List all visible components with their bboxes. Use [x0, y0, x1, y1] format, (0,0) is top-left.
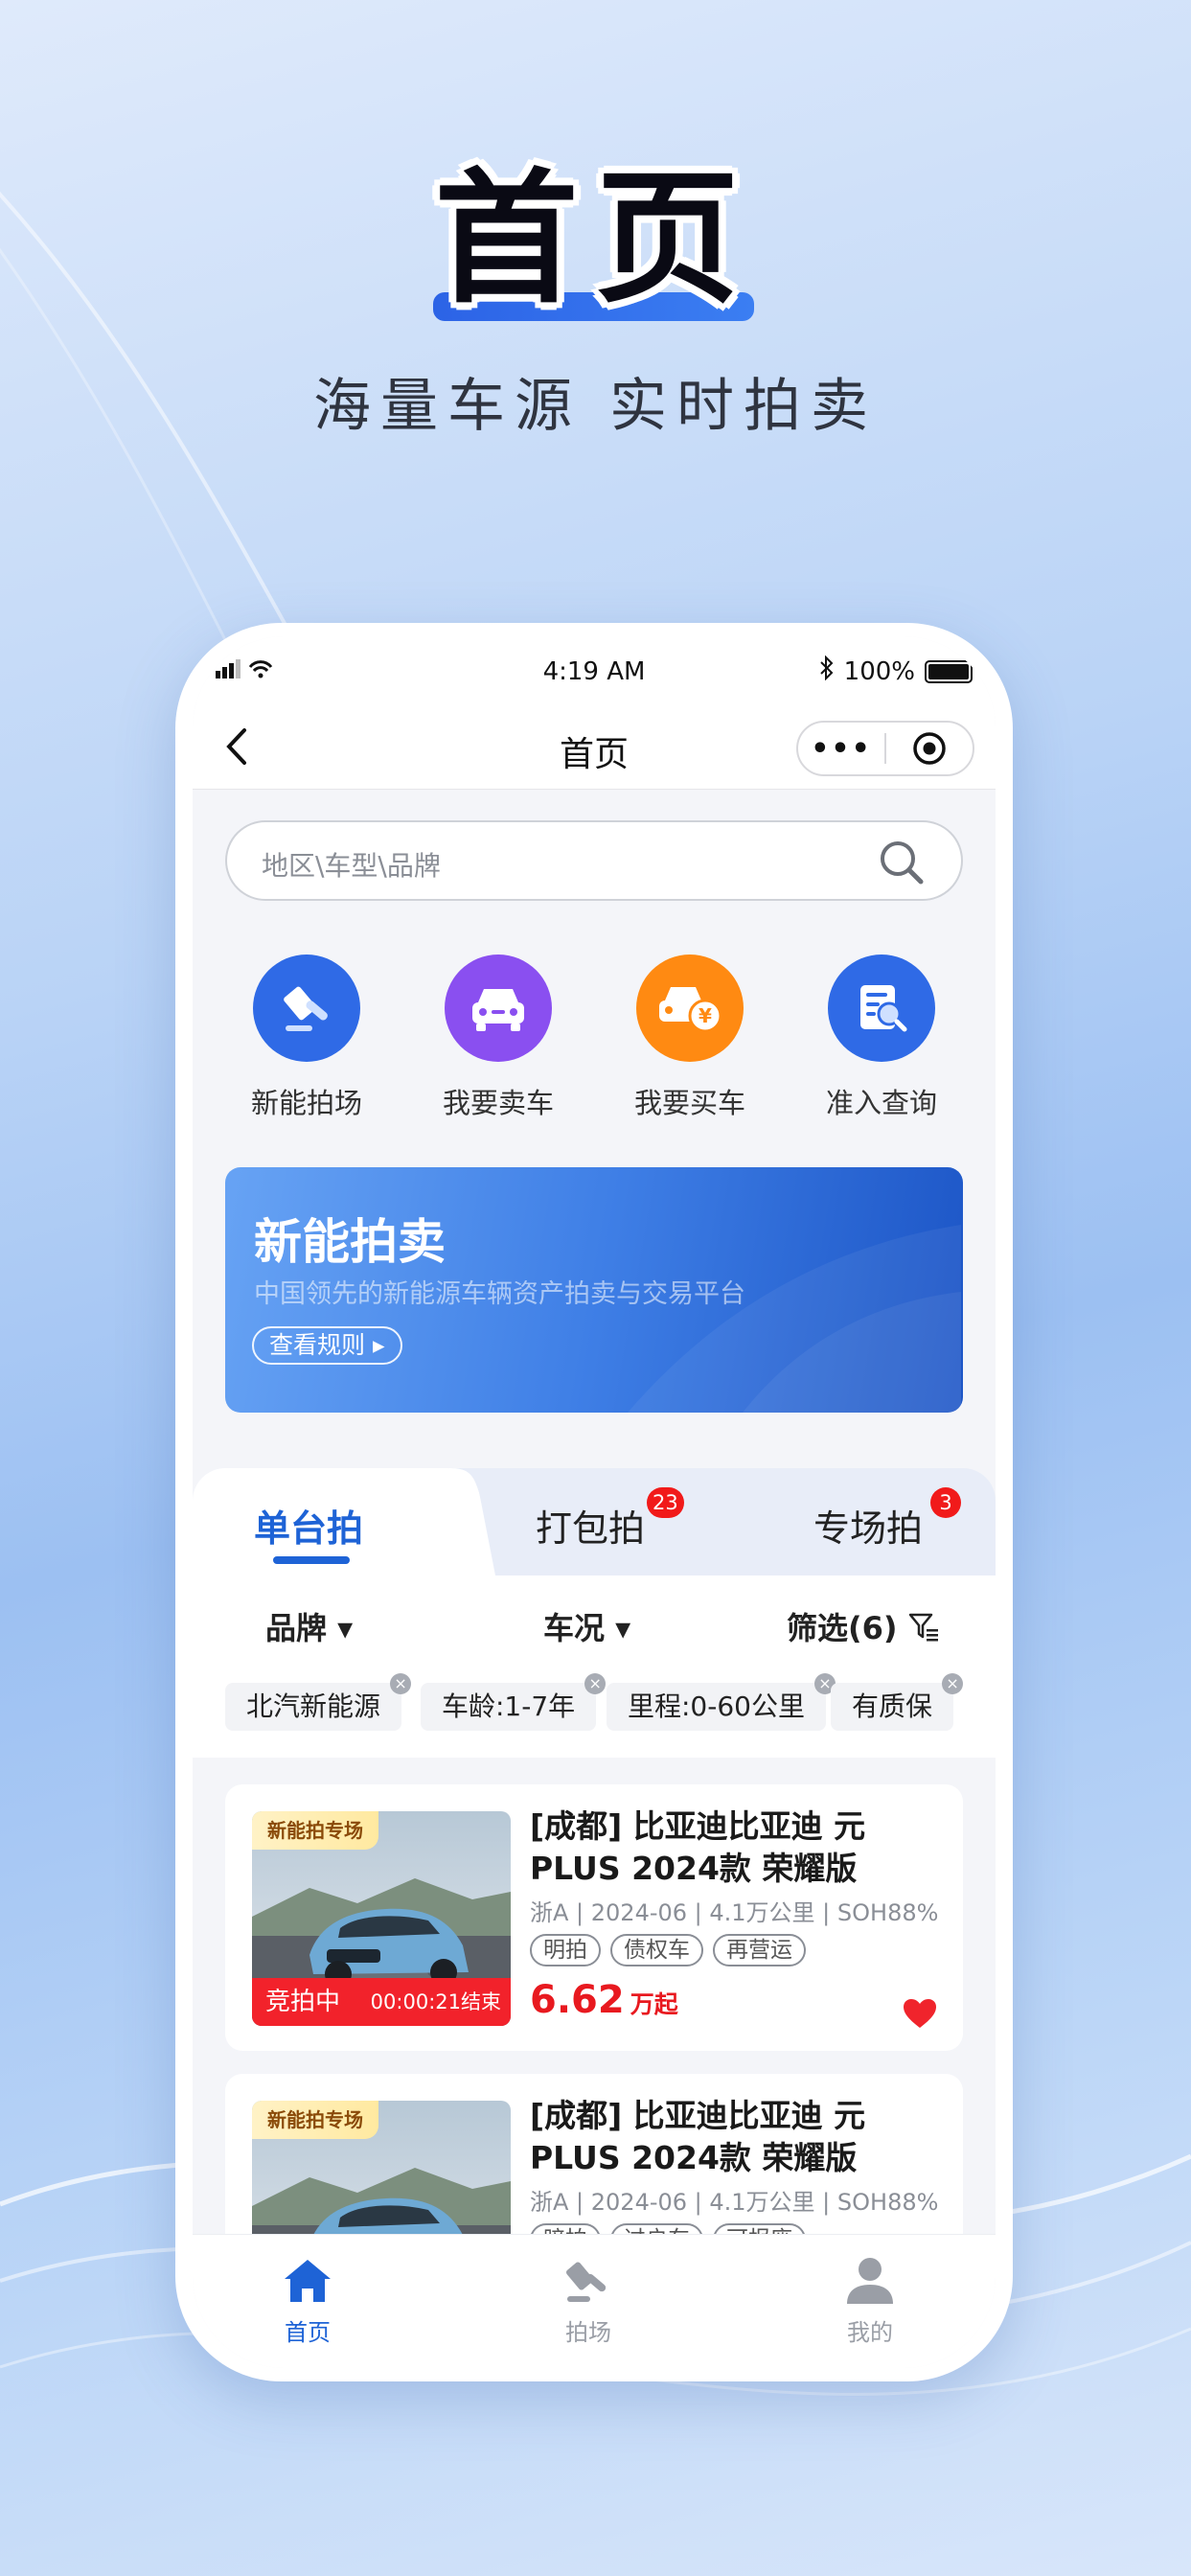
mini-program-capsule: ••• [796, 721, 974, 776]
battery-icon [925, 659, 973, 683]
search-placeholder: 地区\车型\品牌 [262, 850, 441, 882]
tabbar-label: 拍场 [565, 2319, 611, 2346]
advanced-filter[interactable]: 筛选(6) [787, 1604, 940, 1648]
quick-actions: 新能拍场 我要卖车 ¥ 我要买车 准入查询 [225, 954, 963, 1121]
active-filter-tags: 北汽新能源 × 车龄:1-7年 × 里程:0-60公里 × 有质保 × [193, 1666, 996, 1758]
gavel-icon [253, 954, 360, 1062]
filter-icon [908, 1613, 938, 1642]
promo-banner[interactable]: 新能拍卖 中国领先的新能源车辆资产拍卖与交易平台 查看规则 ▸ [225, 1167, 963, 1413]
close-mini-program-button[interactable] [886, 729, 973, 768]
bottom-tab-bar: 首页 拍场 我的 [193, 2234, 996, 2368]
filter-tag-label: 车龄:1-7年 [442, 1690, 576, 1722]
close-icon[interactable]: × [390, 1673, 412, 1694]
listing-meta: 浙A | 2024-06 | 4.1万公里 | SOH88% [530, 1899, 939, 1926]
filter-tag-label: 里程:0-60公里 [628, 1690, 805, 1722]
countdown-timer: 00:00:21结束 [370, 1990, 501, 2013]
listing-card[interactable]: 新能拍专场 竞拍中 00:00:21结束 [成都] 比亚迪比亚迪 元PLUS 2… [225, 1784, 963, 2051]
view-rules-button[interactable]: 查看规则 ▸ [252, 1326, 402, 1365]
status-right: 100% [819, 655, 973, 687]
filter-tag[interactable]: 车龄:1-7年 × [421, 1673, 607, 1731]
filter-bar: 品牌 ▾ 车况 ▾ 筛选(6) [193, 1576, 996, 1666]
quick-action-label: 我要买车 [633, 1087, 745, 1119]
more-menu-button[interactable]: ••• [798, 732, 884, 766]
quick-action-sell-car[interactable]: 我要卖车 [417, 954, 580, 1121]
listing-chip: 明拍 [530, 1934, 601, 1966]
filter-tag-label: 北汽新能源 [246, 1690, 381, 1722]
tabbar-label: 我的 [847, 2319, 893, 2346]
bluetooth-icon [819, 655, 835, 687]
user-icon [847, 2258, 893, 2304]
auction-tabs: 单台拍 打包拍 23 专场拍 3 [193, 1468, 996, 1576]
tabbar-label: 首页 [285, 2319, 331, 2346]
search-input[interactable]: 地区\车型\品牌 [225, 820, 963, 901]
special-auction-tag: 新能拍专场 [252, 2101, 378, 2139]
home-icon [285, 2260, 331, 2302]
banner-subtitle: 中国领先的新能源车辆资产拍卖与交易平台 [254, 1279, 745, 1309]
filter-tag[interactable]: 有质保 × [831, 1673, 964, 1731]
nav-bar: 首页 ••• [193, 703, 996, 790]
tab-bundle-auction[interactable]: 打包拍 [536, 1499, 645, 1552]
gavel-icon [565, 2262, 607, 2302]
special-auction-tag: 新能拍专场 [252, 1811, 378, 1850]
tab-special-auction[interactable]: 专场拍 [813, 1499, 923, 1552]
advanced-filter-label: 筛选(6) [787, 1610, 898, 1646]
target-icon [913, 732, 946, 765]
quick-action-buy-car[interactable]: ¥ 我要买车 [608, 954, 771, 1121]
tab-active-indicator [273, 1556, 350, 1564]
brand-filter[interactable]: 品牌 ▾ [265, 1604, 353, 1648]
tab-slant-decoration [449, 1468, 495, 1576]
quick-action-new-energy-auction[interactable]: 新能拍场 [225, 954, 388, 1121]
listing-price: 6.62 万起 [530, 1978, 678, 2022]
car-icon [445, 954, 552, 1062]
status-bar: 4:19 AM 100% [193, 636, 996, 703]
quick-action-label: 新能拍场 [250, 1087, 362, 1119]
filter-tag[interactable]: 里程:0-60公里 × [607, 1673, 836, 1731]
price-value: 6.62 [530, 1978, 625, 2022]
document-search-icon [828, 954, 935, 1062]
banner-title: 新能拍卖 [254, 1214, 446, 1270]
app-screen: 4:19 AM 100% 首页 ••• 地区\车型\品牌 新能拍场 我要卖车 ¥… [193, 636, 996, 2368]
tabbar-home[interactable]: 首页 [250, 2256, 365, 2347]
promo-title: 首页 [434, 156, 757, 323]
filter-tag[interactable]: 北汽新能源 × [225, 1673, 412, 1731]
battery-percent: 100% [843, 656, 915, 686]
car-yuan-icon: ¥ [636, 954, 744, 1062]
quick-action-access-query[interactable]: 准入查询 [800, 954, 963, 1121]
close-icon[interactable]: × [942, 1673, 964, 1694]
quick-action-label: 准入查询 [825, 1087, 937, 1119]
close-icon[interactable]: × [584, 1673, 607, 1694]
tab-single-auction[interactable]: 单台拍 [254, 1499, 363, 1552]
bundle-count-badge: 23 [647, 1487, 684, 1518]
condition-filter[interactable]: 车况 ▾ [543, 1604, 630, 1648]
listing-title: [成都] 比亚迪比亚迪 元PLUS 2024款 荣耀版 [530, 1807, 866, 1887]
listing-chip: 债权车 [610, 1934, 703, 1966]
quick-action-label: 我要卖车 [442, 1087, 554, 1119]
listing-title: [成都] 比亚迪比亚迪 元PLUS 2024款 荣耀版 [530, 2097, 866, 2176]
bidding-status-bar: 竞拍中 00:00:21结束 [252, 1978, 511, 2026]
price-unit: 万起 [630, 1990, 678, 2018]
heart-icon[interactable] [902, 1997, 938, 2030]
phone-frame: 4:19 AM 100% 首页 ••• 地区\车型\品牌 新能拍场 我要卖车 ¥… [175, 623, 1013, 2381]
special-count-badge: 3 [930, 1487, 961, 1518]
car-photo: 新能拍专场 竞拍中 00:00:21结束 [252, 1811, 511, 2026]
bidding-status: 竞拍中 [265, 1988, 341, 2016]
tabbar-profile[interactable]: 我的 [813, 2256, 928, 2347]
listing-chip: 再营运 [713, 1934, 806, 1966]
listing-chips: 明拍 债权车 再营运 [530, 1934, 806, 1966]
svg-text:¥: ¥ [699, 1004, 712, 1027]
promo-subtitle: 海量车源 实时拍卖 [312, 373, 879, 440]
filter-tag-label: 有质保 [852, 1690, 933, 1722]
tabbar-auction[interactable]: 拍场 [531, 2256, 646, 2347]
listing-meta: 浙A | 2024-06 | 4.1万公里 | SOH88% [530, 2189, 939, 2216]
search-icon[interactable] [875, 836, 928, 889]
